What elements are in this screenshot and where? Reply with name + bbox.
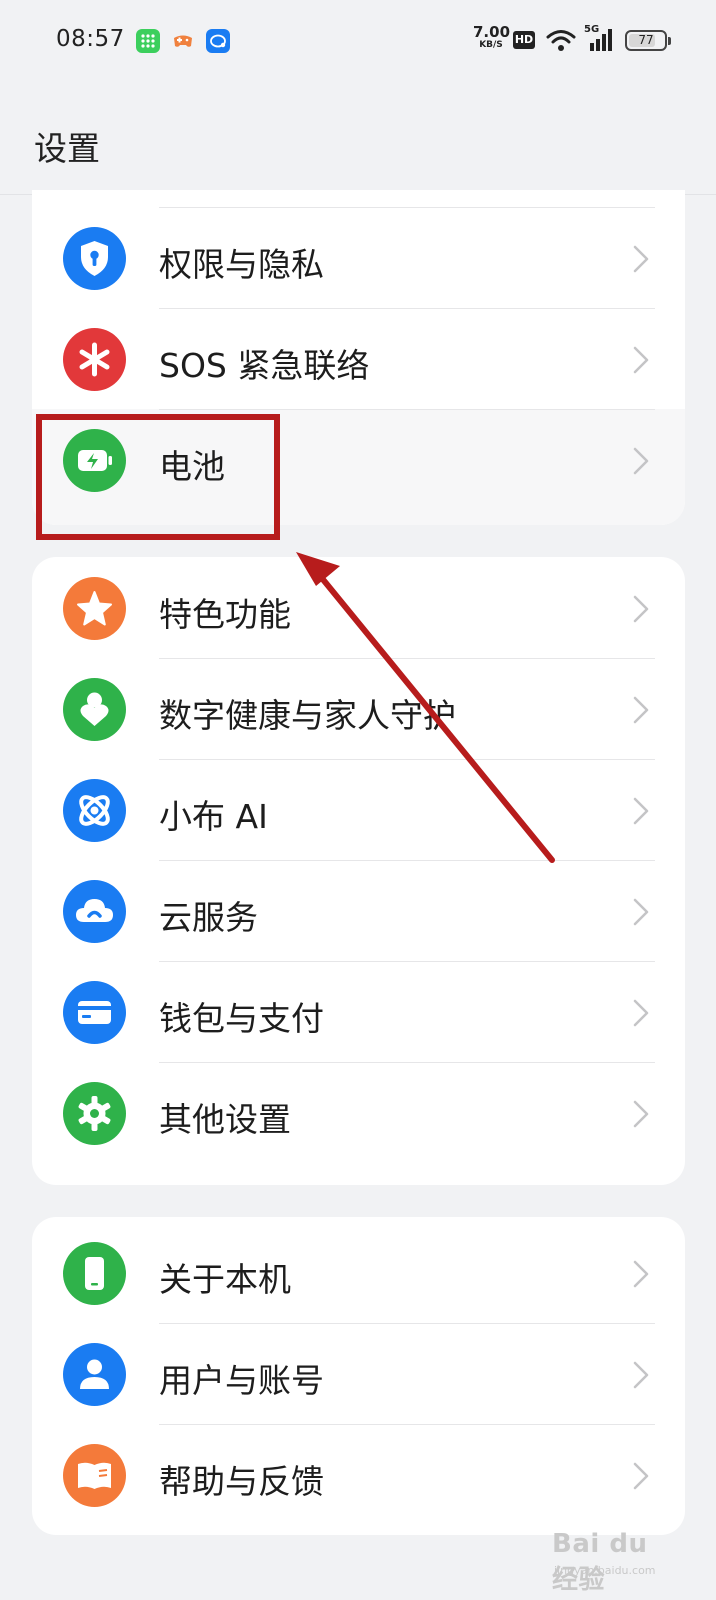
settings-row-wallet[interactable]: 钱包与支付 [32,961,685,1064]
chevron-right-icon [633,1260,649,1288]
settings-row-other[interactable]: 其他设置 [32,1062,685,1165]
watermark-sub: jingyan.baidu.com [554,1564,656,1577]
settings-row-accounts[interactable]: 用户与账号 [32,1323,685,1426]
chevron-right-icon [633,1361,649,1389]
settings-row-label: 其他设置 [159,1100,291,1139]
settings-row-label: 帮助与反馈 [159,1462,324,1501]
book-icon [63,1444,126,1507]
baidu-watermark: Bai du 经验 jingyan.baidu.com [552,1515,682,1595]
card-icon [63,981,126,1044]
phone-icon [63,1242,126,1305]
row-divider [159,1323,655,1324]
gear-icon [63,1082,126,1145]
settings-row-about[interactable]: 关于本机 [32,1222,685,1325]
user-icon [63,1343,126,1406]
chevron-right-icon [633,999,649,1027]
settings-row-label: 钱包与支付 [159,999,324,1038]
row-divider [159,1424,655,1425]
chevron-right-icon [633,1100,649,1128]
watermark-main: Bai du 经验 [552,1529,648,1595]
chevron-right-icon [633,1462,649,1490]
annotation-arrow [296,552,555,863]
settings-row-label: 关于本机 [159,1260,291,1299]
settings-row-label: 用户与账号 [159,1361,324,1400]
settings-group-3: 关于本机 用户与账号 帮助与反馈 [32,1217,685,1535]
row-divider [159,961,655,962]
settings-row-help[interactable]: 帮助与反馈 [32,1424,685,1527]
chevron-right-icon [633,898,649,926]
row-divider [159,1062,655,1063]
